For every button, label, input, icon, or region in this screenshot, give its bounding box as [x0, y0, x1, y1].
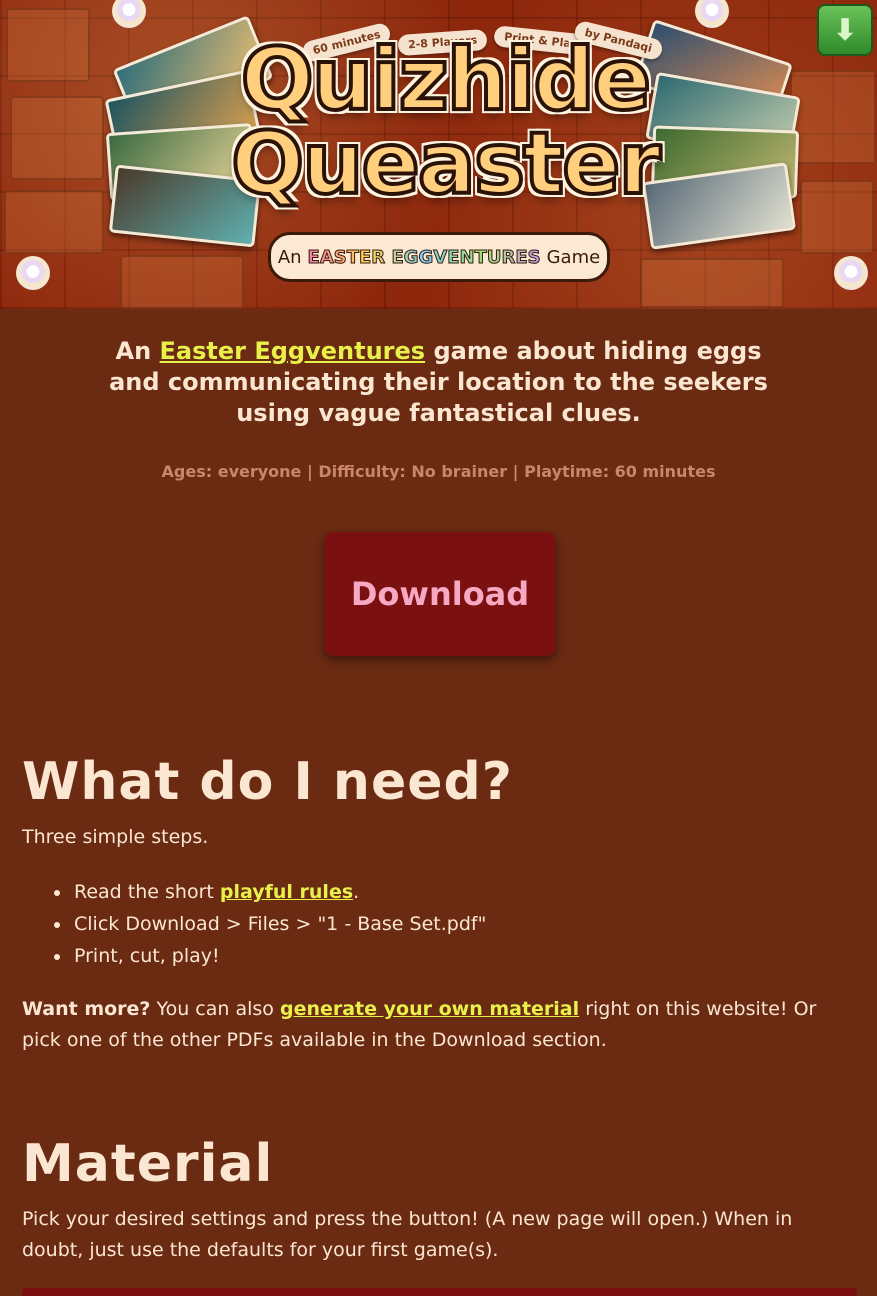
logo-subtitle-suffix: Game [546, 246, 601, 268]
list-item: Read the short playful rules. [72, 876, 852, 908]
egg-medal-icon [834, 256, 868, 290]
want-more-prefix: You can also [156, 998, 274, 1020]
board-tile [6, 8, 90, 82]
easter-eggventures-link[interactable]: Easter Eggventures [160, 337, 426, 365]
logo-title-line2: Queaster [229, 114, 663, 214]
section-heading-material: Material [22, 1134, 274, 1194]
download-button[interactable]: Download [324, 532, 556, 656]
material-settings-panel-edge [22, 1288, 857, 1296]
game-meta-info: Ages: everyone | Difficulty: No brainer … [161, 462, 716, 481]
logo-subtitle: An EASTER EGGVENTURES Game [268, 232, 610, 282]
logo-title-line1: Quizhide [239, 30, 653, 130]
steps-list: Read the short playful rules. Click Down… [48, 876, 852, 972]
want-more-paragraph: Want more? You can also generate your ow… [22, 994, 852, 1056]
section-heading-need: What do I need? [22, 752, 513, 812]
logo-subtitle-brand: EASTER EGGVENTURES [307, 246, 541, 268]
generate-material-link[interactable]: generate your own material [280, 998, 579, 1020]
egg-medal-icon [112, 0, 146, 28]
board-tile [10, 96, 104, 180]
step1-prefix: Read the short [74, 881, 214, 903]
playful-rules-link[interactable]: playful rules [220, 881, 353, 903]
board-tile [640, 258, 784, 308]
need-lead: Three simple steps. [22, 826, 209, 848]
egg-medal-icon [16, 256, 50, 290]
egg-medal-icon [695, 0, 729, 28]
list-item: Print, cut, play! [72, 940, 852, 972]
game-tagline: An Easter Eggventures game about hiding … [100, 336, 777, 429]
board-tile [790, 70, 876, 164]
logo-subtitle-prefix: An [277, 246, 302, 268]
want-more-bold: Want more? [22, 998, 151, 1020]
board-tile [120, 255, 244, 309]
list-item: Click Download > Files > "1 - Base Set.p… [72, 908, 852, 940]
game-logo-title: Quizhide Queaster [210, 30, 680, 214]
board-tile [800, 180, 874, 254]
header-banner: 60 minutes 2-8 Players Print & Play by P… [0, 0, 877, 309]
material-description: Pick your desired settings and press the… [22, 1208, 793, 1261]
download-arrow-icon[interactable]: ⬇ [817, 4, 873, 56]
tagline-prefix: An [115, 337, 152, 365]
board-tile [4, 190, 104, 254]
step1-suffix: . [353, 881, 360, 903]
